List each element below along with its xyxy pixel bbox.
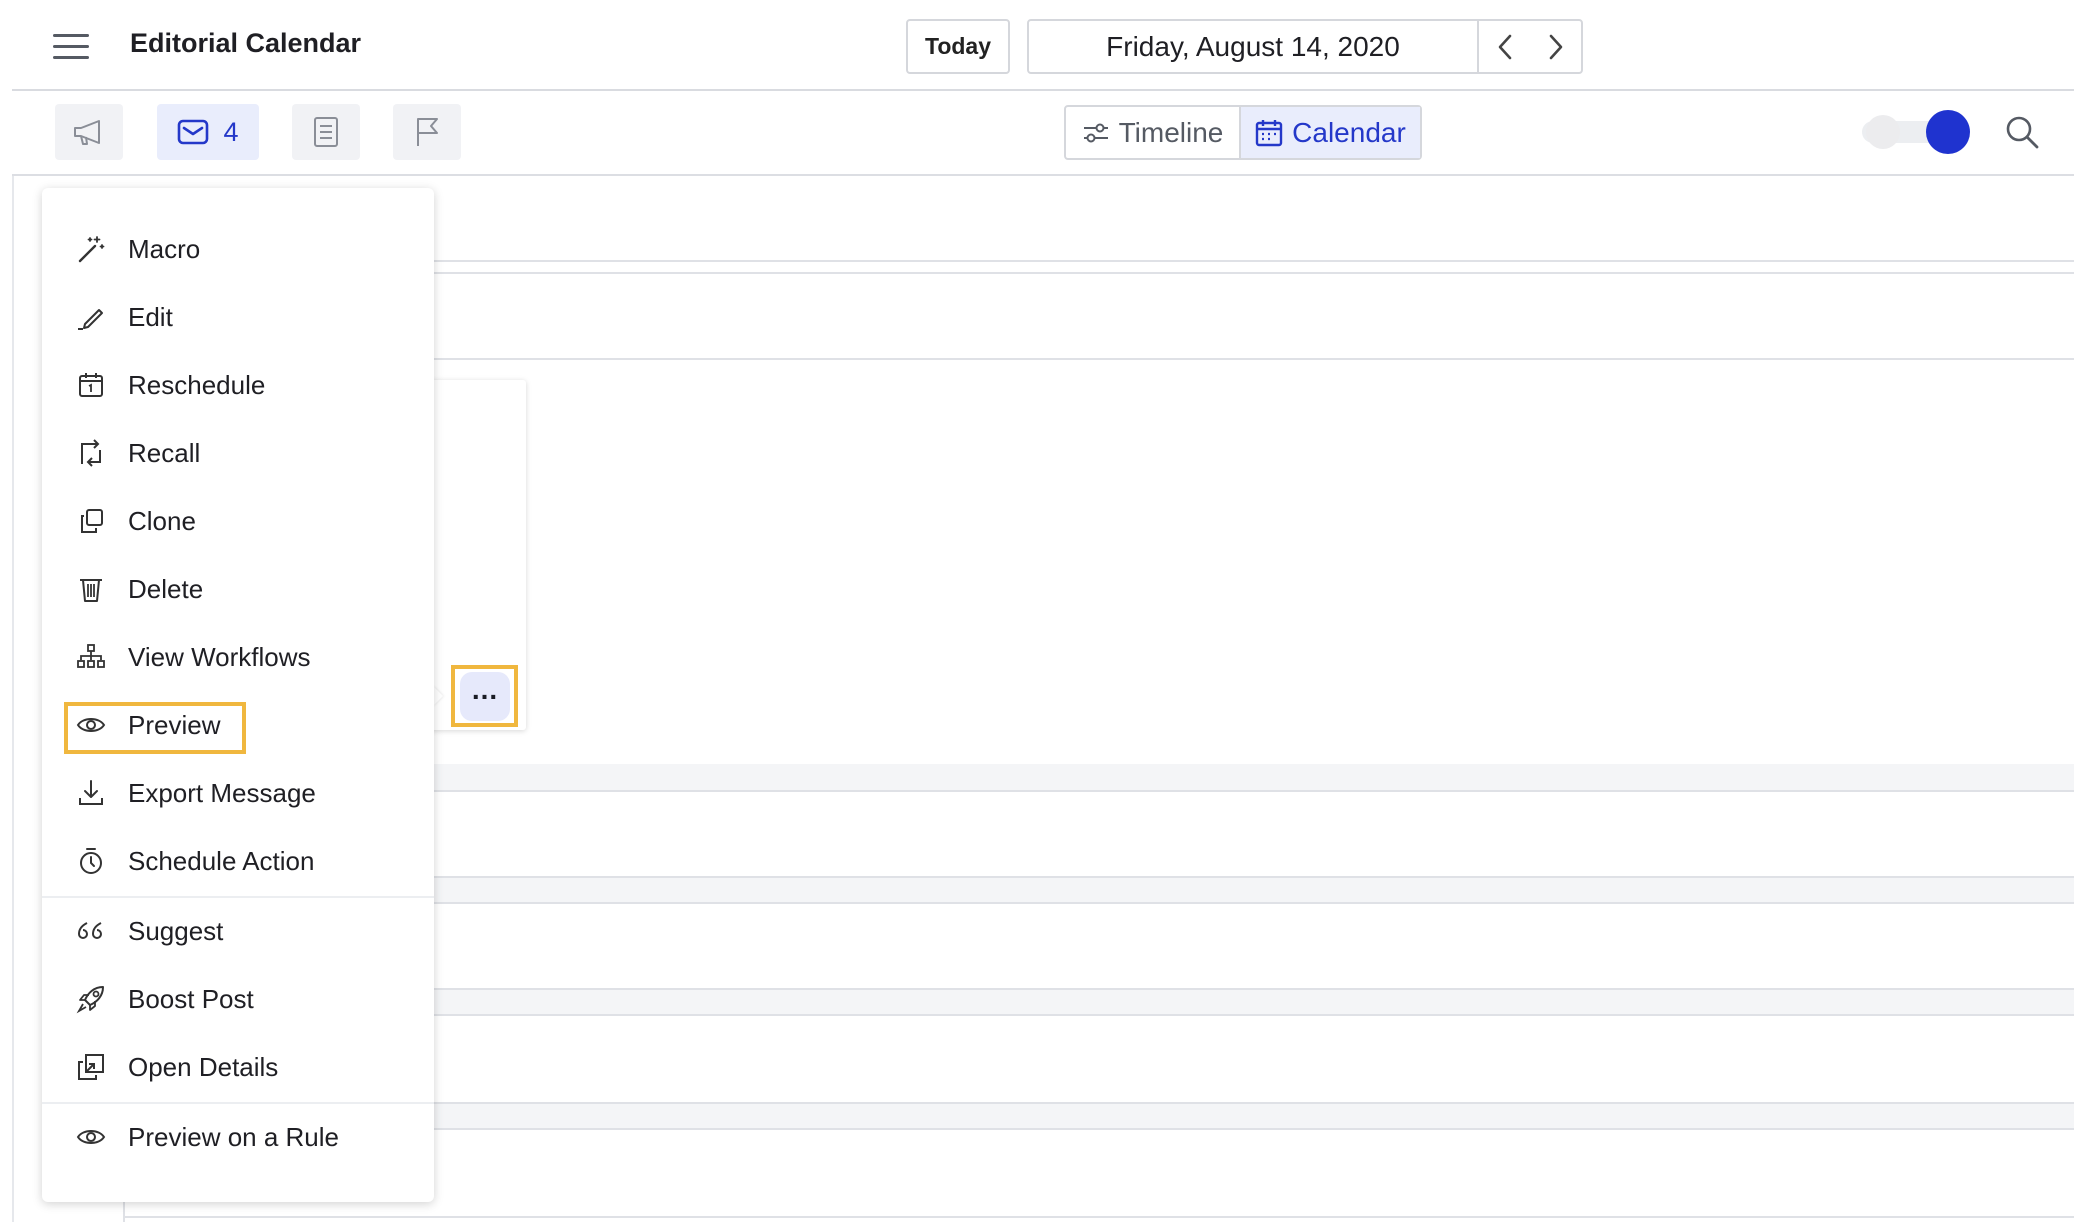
quote-icon [75, 915, 107, 947]
current-date[interactable]: Friday, August 14, 2020 [1029, 21, 1479, 72]
timer-icon [75, 845, 107, 877]
search-icon [2006, 116, 2039, 149]
menu-item-label: Preview [128, 709, 221, 740]
more-options-highlight: ... [451, 665, 518, 727]
next-date-button[interactable] [1530, 21, 1581, 72]
campaign-filter-button[interactable] [55, 104, 123, 160]
menu-item-schedule-action[interactable]: Schedule Action [42, 830, 434, 892]
menu-item-label: Clone [128, 505, 196, 536]
toolbar-divider [12, 174, 2074, 176]
menu-item-label: View Workflows [128, 641, 311, 672]
menu-item-label: Open Details [128, 1051, 279, 1082]
clone-icon [75, 505, 107, 537]
menu-item-edit[interactable]: Edit [42, 286, 434, 348]
pencil-icon [75, 301, 107, 333]
menu-item-reschedule[interactable]: Reschedule [42, 354, 434, 416]
tab-calendar[interactable]: Calendar [1241, 107, 1420, 158]
tab-timeline[interactable]: Timeline [1066, 107, 1241, 158]
recall-icon [75, 437, 107, 469]
menu-item-suggest[interactable]: Suggest [42, 900, 434, 962]
magic-wand-icon [75, 233, 107, 265]
date-navigator: Friday, August 14, 2020 [1027, 19, 1583, 74]
menu-item-view-workflows[interactable]: View Workflows [42, 626, 434, 688]
menu-item-delete[interactable]: Delete [42, 558, 434, 620]
post-actions-menu: Macro Edit Reschedule Recall Clone Delet… [42, 188, 434, 1202]
messages-filter-button[interactable]: 4 [157, 104, 259, 160]
menu-pointer [433, 686, 443, 706]
notes-filter-button[interactable] [292, 104, 360, 160]
eye-icon [75, 1121, 107, 1153]
menu-item-label: Reschedule [128, 369, 266, 400]
previous-date-button[interactable] [1479, 21, 1530, 72]
view-toggle-switch[interactable] [1862, 108, 1974, 156]
menu-item-label: Schedule Action [128, 845, 315, 876]
menu-item-preview[interactable]: Preview [42, 694, 434, 756]
hamburger-menu-icon[interactable] [53, 34, 89, 60]
open-details-icon [75, 1051, 107, 1083]
search-button[interactable] [2004, 114, 2040, 150]
download-icon [75, 777, 107, 809]
menu-item-boost-post[interactable]: Boost Post [42, 968, 434, 1030]
menu-item-open-details[interactable]: Open Details [42, 1036, 434, 1098]
menu-item-label: Recall [128, 437, 201, 468]
top-header: Editorial Calendar Today Friday, August … [0, 0, 2082, 90]
envelope-icon [178, 119, 209, 145]
megaphone-icon [74, 120, 100, 145]
trash-icon [75, 573, 107, 605]
menu-item-export-message[interactable]: Export Message [42, 762, 434, 824]
rocket-icon [75, 983, 107, 1015]
calendar-icon [75, 369, 107, 401]
flag-icon [417, 118, 438, 146]
toggle-knob [1926, 110, 1970, 154]
today-button[interactable]: Today [906, 19, 1010, 74]
ellipsis-icon: ... [471, 673, 499, 705]
menu-item-label: Boost Post [128, 983, 254, 1014]
menu-item-label: Edit [128, 301, 173, 332]
chevron-right-icon [1549, 34, 1562, 59]
menu-item-label: Export Message [128, 777, 316, 808]
menu-item-preview-on-a-rule[interactable]: Preview on a Rule [42, 1106, 434, 1168]
document-icon [314, 117, 338, 147]
more-options-button[interactable]: ... [460, 672, 510, 721]
grid-line [124, 1216, 2074, 1218]
menu-divider [42, 1102, 434, 1104]
menu-item-clone[interactable]: Clone [42, 490, 434, 552]
menu-item-label: Preview on a Rule [128, 1121, 339, 1152]
menu-divider [42, 896, 434, 898]
page-title: Editorial Calendar [130, 28, 362, 58]
view-switcher: Timeline Calendar [1064, 105, 1422, 160]
workflow-icon [75, 641, 107, 673]
calendar-icon [1255, 119, 1283, 146]
message-count: 4 [223, 116, 239, 147]
flag-filter-button[interactable] [393, 104, 461, 160]
menu-item-label: Macro [128, 233, 201, 264]
tab-timeline-label: Timeline [1118, 116, 1224, 148]
menu-item-macro[interactable]: Macro [42, 218, 434, 280]
header-divider [12, 89, 2074, 91]
menu-item-recall[interactable]: Recall [42, 422, 434, 484]
eye-icon [75, 709, 107, 741]
sliders-icon [1083, 123, 1108, 142]
tab-calendar-label: Calendar [1292, 116, 1406, 148]
menu-item-label: Delete [128, 573, 204, 604]
chevron-left-icon [1498, 34, 1511, 59]
menu-item-label: Suggest [128, 915, 224, 946]
